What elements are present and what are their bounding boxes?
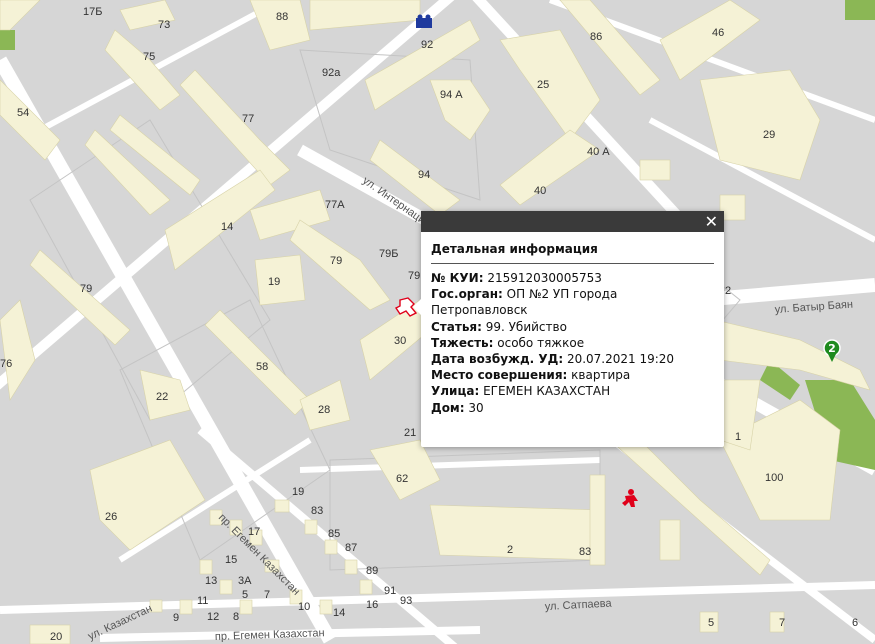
svg-text:79Б: 79Б: [379, 248, 398, 260]
svg-text:5: 5: [242, 589, 248, 601]
svg-text:85: 85: [328, 528, 340, 540]
svg-text:79: 79: [330, 255, 342, 267]
svg-text:5: 5: [708, 617, 714, 629]
detail-value: квартира: [567, 368, 631, 383]
svg-text:1: 1: [735, 431, 741, 443]
popup-title: Детальная информация: [431, 242, 714, 264]
svg-text:62: 62: [396, 473, 408, 485]
svg-text:73: 73: [158, 19, 170, 31]
svg-text:21: 21: [404, 427, 416, 439]
svg-text:9: 9: [173, 612, 179, 624]
detail-label: № КУИ:: [431, 271, 484, 285]
svg-text:75: 75: [143, 51, 155, 63]
svg-text:16: 16: [366, 599, 378, 611]
svg-text:14: 14: [221, 221, 233, 233]
detail-value: 99. Убийство: [481, 319, 567, 334]
svg-text:92а: 92а: [322, 67, 341, 79]
detail-label: Улица:: [431, 384, 480, 399]
close-icon[interactable]: ✕: [705, 212, 718, 231]
svg-text:29: 29: [763, 129, 775, 141]
svg-text:10: 10: [298, 601, 310, 613]
detail-label: Дата возбужд. УД:: [431, 352, 564, 367]
svg-text:19: 19: [292, 486, 304, 498]
svg-text:2: 2: [507, 544, 513, 556]
svg-text:13: 13: [205, 575, 217, 587]
svg-text:6: 6: [852, 617, 858, 629]
svg-text:17Б: 17Б: [83, 6, 102, 18]
detail-row-date: Дата возбужд. УД: 20.07.2021 19:20: [431, 351, 714, 367]
svg-text:7: 7: [264, 589, 270, 601]
svg-text:ул. Батыр Баян: ул. Батыр Баян: [774, 299, 853, 316]
detail-label: Место совершения:: [431, 368, 568, 383]
svg-text:93: 93: [400, 595, 412, 607]
svg-text:2: 2: [725, 285, 731, 297]
detail-value: 215912030005753: [483, 271, 602, 285]
svg-text:40 А: 40 А: [587, 146, 610, 158]
detail-label: Гос.орган:: [431, 287, 503, 302]
svg-text:14: 14: [333, 607, 345, 619]
detail-popup: ✕ Детальная информация № КУИ: 2159120300…: [413, 211, 724, 447]
svg-text:12: 12: [207, 611, 219, 623]
detail-label: Тяжесть:: [431, 335, 494, 350]
detail-row-kui: № КУИ: 215912030005753: [431, 270, 714, 286]
detail-value: особо тяжкое: [493, 335, 585, 350]
popup-pointer: [413, 299, 421, 315]
svg-text:76: 76: [0, 358, 12, 370]
svg-text:ул. Сатпаева: ул. Сатпаева: [545, 597, 613, 613]
svg-text:30: 30: [394, 335, 406, 347]
svg-text:79: 79: [80, 283, 92, 295]
svg-text:25: 25: [537, 79, 549, 91]
svg-text:19: 19: [268, 276, 280, 288]
svg-text:83: 83: [311, 505, 323, 517]
detail-value: 30: [464, 400, 484, 415]
svg-text:77: 77: [242, 113, 254, 125]
popup-header-bar: ✕: [421, 211, 724, 232]
svg-text:54: 54: [17, 107, 29, 119]
detail-label: Дом:: [431, 400, 465, 415]
detail-row-house: Дом: 30: [431, 400, 714, 416]
svg-text:86: 86: [590, 31, 602, 43]
svg-text:26: 26: [105, 511, 117, 523]
svg-text:пр. Егемен Казахстан: пр. Егемен Казахстан: [215, 627, 325, 643]
cluster-count: 2: [828, 342, 836, 355]
svg-text:7: 7: [779, 617, 785, 629]
svg-text:83: 83: [579, 546, 591, 558]
detail-row-severity: Тяжесть: особо тяжкое: [431, 335, 714, 351]
crime-marker-icon[interactable]: [622, 489, 638, 507]
svg-text:89: 89: [366, 565, 378, 577]
svg-text:79: 79: [408, 270, 420, 282]
svg-text:11: 11: [197, 595, 208, 607]
svg-text:91: 91: [384, 585, 396, 597]
svg-text:58: 58: [256, 361, 268, 373]
svg-text:87: 87: [345, 542, 357, 554]
svg-text:3А: 3А: [238, 575, 252, 587]
detail-row-place: Место совершения: квартира: [431, 367, 714, 383]
detail-row-agency: Гос.орган: ОП №2 УП города Петропавловск: [431, 286, 714, 318]
svg-text:88: 88: [276, 11, 288, 23]
svg-text:94 А: 94 А: [440, 89, 463, 101]
detail-row-street: Улица: ЕГЕМЕН КАЗАХСТАН: [431, 383, 714, 399]
svg-text:28: 28: [318, 404, 330, 416]
popup-body: № КУИ: 215912030005753 Гос.орган: ОП №2 …: [431, 270, 714, 416]
svg-text:77А: 77А: [325, 199, 345, 211]
svg-text:100: 100: [765, 472, 783, 484]
svg-text:94: 94: [418, 169, 430, 181]
detail-row-article: Статья: 99. Убийство: [431, 319, 714, 335]
detail-label: Статья:: [431, 319, 482, 334]
svg-text:22: 22: [156, 391, 168, 403]
svg-text:40: 40: [534, 185, 546, 197]
svg-text:15: 15: [225, 554, 237, 566]
svg-text:46: 46: [712, 27, 724, 39]
svg-text:20: 20: [50, 631, 62, 643]
detail-value: ЕГЕМЕН КАЗАХСТАН: [479, 384, 611, 399]
svg-text:92: 92: [421, 39, 433, 51]
svg-text:8: 8: [233, 611, 239, 623]
detail-value: 20.07.2021 19:20: [563, 352, 675, 367]
